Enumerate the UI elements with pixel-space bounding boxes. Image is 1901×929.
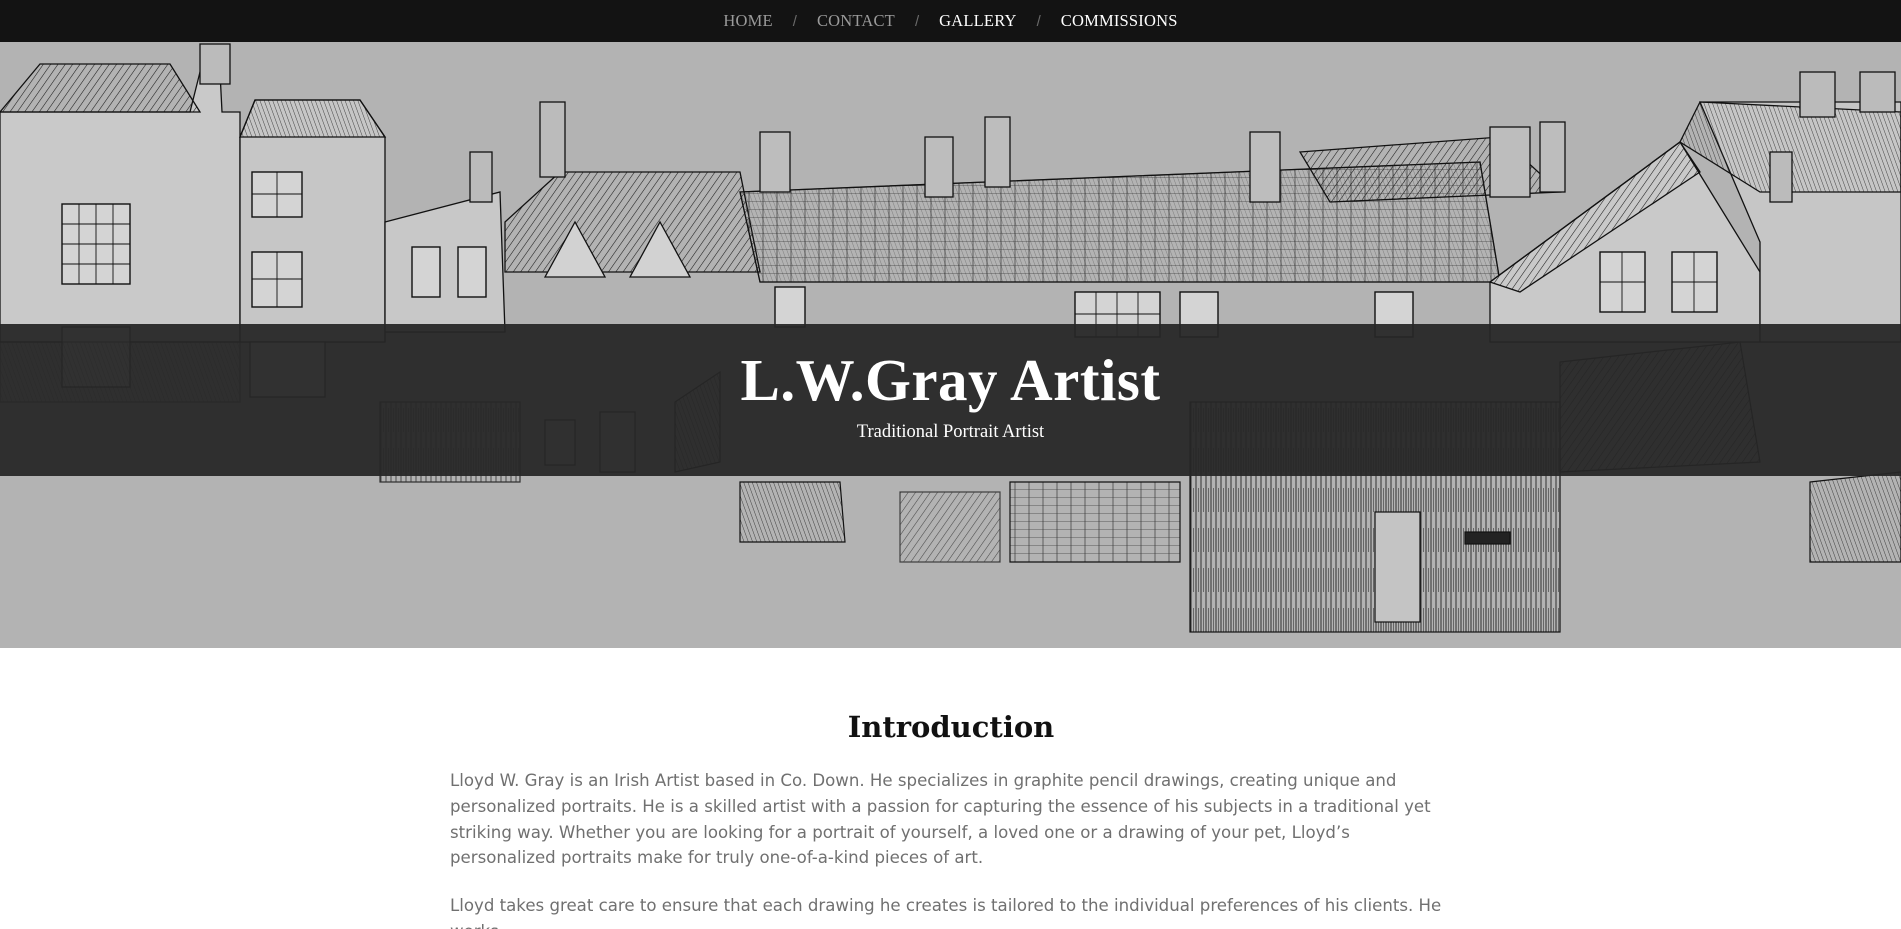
site-subtitle: Traditional Portrait Artist [856, 421, 1045, 442]
hero-title-band: L.W.Gray Artist Traditional Portrait Art… [0, 324, 1901, 476]
main-content: Introduction Lloyd W. Gray is an Irish A… [450, 648, 1452, 929]
intro-paragraph: Lloyd takes great care to ensure that ea… [450, 896, 1442, 929]
top-nav-bar: HOME / CONTACT / GALLERY / COMMISSIONS [0, 0, 1901, 42]
nav-home-link[interactable]: HOME [723, 11, 772, 31]
nav-commissions-link[interactable]: COMMISSIONS [1061, 11, 1178, 31]
nav-gallery-link[interactable]: GALLERY [939, 11, 1016, 31]
nav-separator: / [914, 12, 920, 30]
nav-separator: / [1036, 12, 1041, 30]
nav-separator: / [792, 12, 797, 30]
hero-section: L.W.Gray Artist Traditional Portrait Art… [0, 42, 1901, 648]
site-title: L.W.Gray Artist [740, 347, 1161, 413]
nav-contact-link[interactable]: CONTACT [817, 11, 895, 31]
introduction-heading: Introduction [847, 710, 1055, 744]
main-nav: HOME / CONTACT / GALLERY / COMMISSIONS [723, 11, 1177, 31]
intro-paragraph: Lloyd W. Gray is an Irish Artist based i… [450, 771, 1431, 868]
